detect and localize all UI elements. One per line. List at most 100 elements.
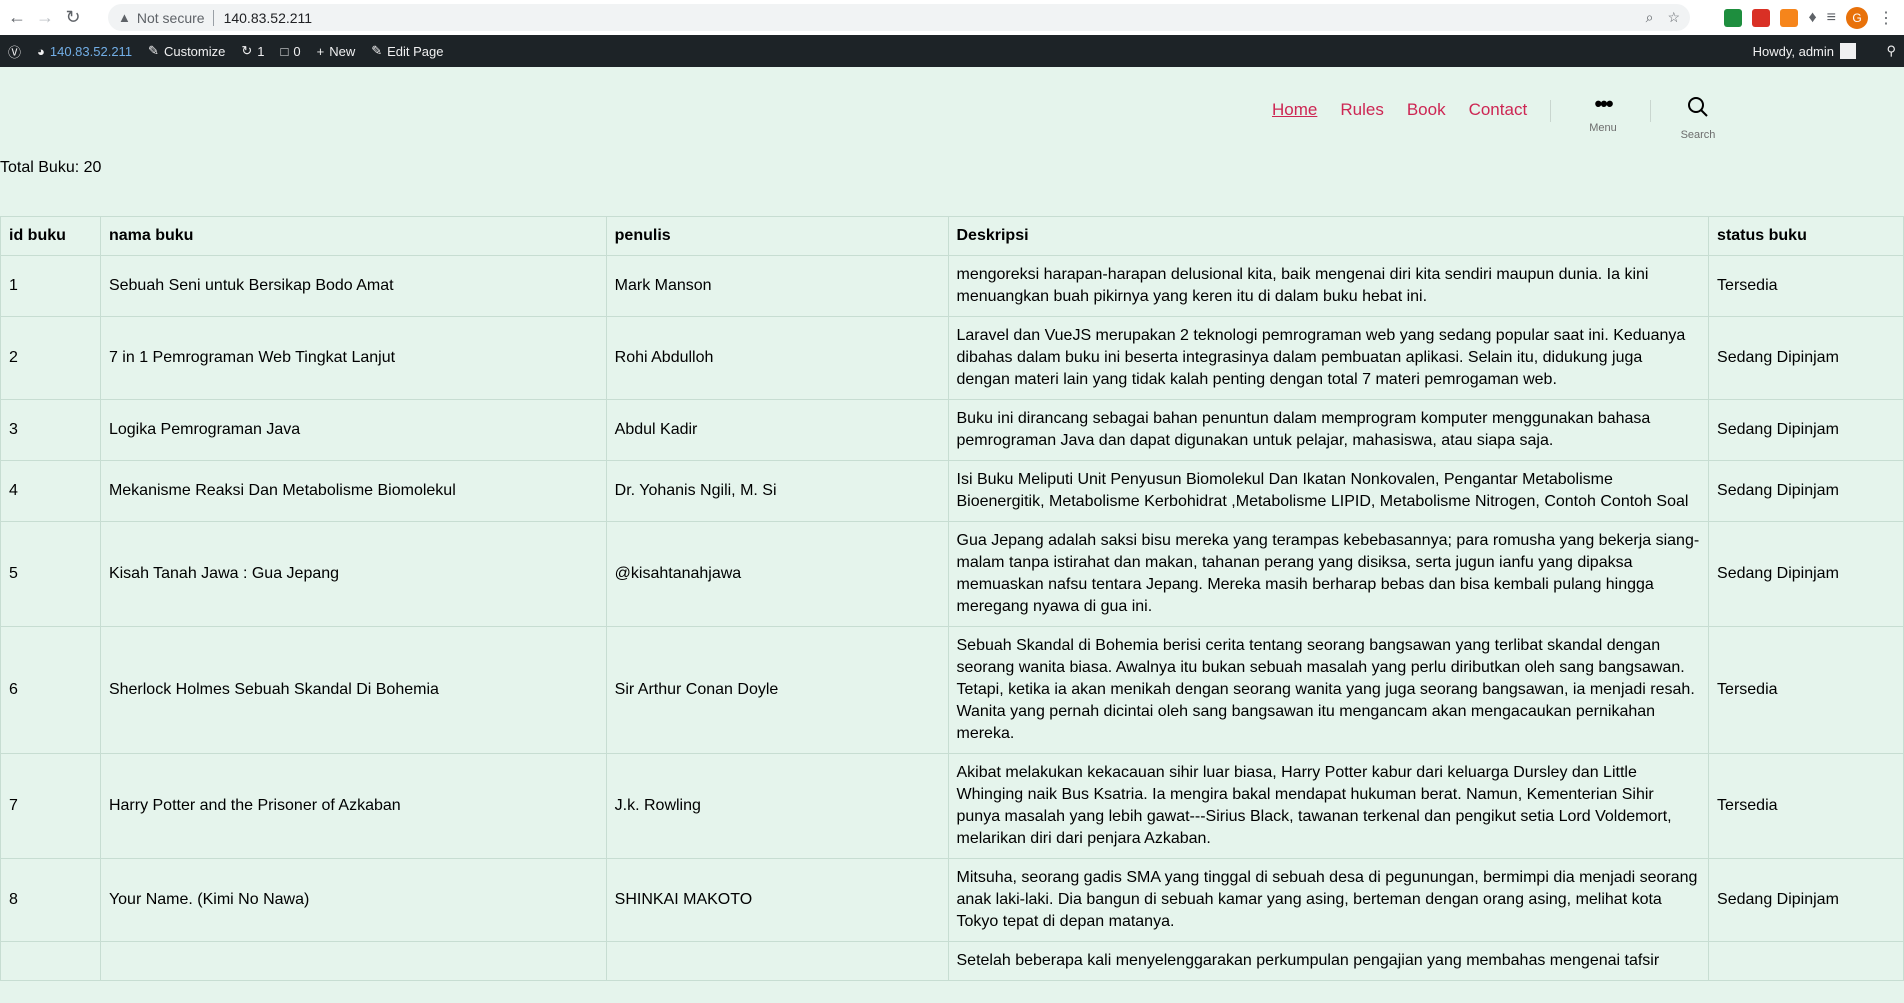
warning-icon: ▲ — [118, 10, 131, 25]
admin-bar-new-label: New — [329, 43, 356, 59]
book-author: Rohi Abdulloh — [605, 316, 949, 400]
book-status: Sedang Dipinjam — [1708, 399, 1904, 461]
comment-icon: □ — [280, 43, 289, 59]
book-title: Logika Pemrograman Java — [99, 399, 607, 461]
search-toggle-label: Search — [1680, 129, 1716, 141]
book-author: Sir Arthur Conan Doyle — [605, 626, 949, 754]
header-divider — [1650, 100, 1651, 122]
total-books-count: Total Buku: 20 — [0, 159, 102, 176]
security-label: Not secure — [136, 9, 205, 26]
extension-sg-icon[interactable] — [1724, 9, 1743, 27]
book-author: J.k. Rowling — [605, 753, 949, 859]
table-row: 5 Kisah Tanah Jawa : Gua Jepang @kisahtana… — [0, 521, 1904, 627]
extensions-puzzle-icon[interactable]: ♦ — [1808, 9, 1816, 27]
book-author: @kisahtanahjawa — [605, 521, 949, 627]
admin-bar-search-icon[interactable]: ⚲ — [1886, 43, 1896, 59]
profile-avatar[interactable]: G — [1846, 7, 1868, 29]
bookmark-star-icon[interactable]: ☆ — [1667, 9, 1680, 26]
primary-menu: Home Rules Book Contact — [1272, 100, 1527, 120]
url-text[interactable]: 140.83.52.211 — [224, 10, 313, 26]
book-id: 6 — [0, 626, 101, 754]
book-description: mengoreksi harapan-harapan delusional ki… — [947, 255, 1710, 317]
extension-red-icon[interactable] — [1752, 9, 1771, 27]
wp-admin-bar: Ⓥ ◕ 140.83.52.211 ✎ Customize ↻ 1 □ 0 + … — [0, 35, 1904, 67]
book-id: 5 — [0, 521, 101, 627]
nav-contact[interactable]: Contact — [1469, 100, 1528, 120]
reading-list-icon[interactable]: ≡ — [1827, 9, 1836, 27]
book-author — [605, 941, 949, 981]
table-row: 3 Logika Pemrograman Java Abdul Kadir Buku … — [0, 399, 1904, 461]
books-table-container: id buku nama buku penulis Deskripsi stat… — [0, 216, 1904, 981]
book-description: Akibat melakukan kekacauan sihir luar bi… — [947, 753, 1710, 859]
book-title: Mekanisme Reaksi Dan Metabolisme Biomole… — [99, 460, 607, 522]
book-description: Sebuah Skandal di Bohemia berisi cerita … — [947, 626, 1710, 754]
admin-bar-new[interactable]: + New — [309, 35, 364, 67]
column-header: nama buku — [99, 216, 607, 256]
book-title: Kisah Tanah Jawa : Gua Jepang — [99, 521, 607, 627]
address-bar[interactable]: ▲ Not secure 140.83.52.211 ⌕ ☆ — [108, 4, 1690, 31]
wordpress-logo-icon[interactable]: Ⓥ — [0, 35, 29, 67]
browser-toolbar: ← → ↻ ▲ Not secure 140.83.52.211 ⌕ ☆ ♦ ≡… — [0, 0, 1904, 35]
table-header-row: id buku nama buku penulis Deskripsi stat… — [0, 216, 1904, 256]
plus-icon: + — [316, 43, 325, 59]
table-row: 7 Harry Potter and the Prisoner of Azkaba… — [0, 753, 1904, 859]
book-description: Setelah beberapa kali menyelenggarakan p… — [947, 941, 1710, 981]
updates-icon: ↻ — [241, 43, 253, 58]
book-description: Laravel dan VueJS merupakan 2 teknologi … — [947, 316, 1710, 400]
book-id: 2 — [0, 316, 101, 400]
book-description: Isi Buku Meliputi Unit Penyusun Biomolek… — [947, 460, 1710, 522]
nav-book[interactable]: Book — [1407, 100, 1446, 120]
book-id: 1 — [0, 255, 101, 317]
table-row: Setelah beberapa kali menyelenggarakan p… — [0, 941, 1904, 981]
search-icon — [1688, 97, 1708, 117]
admin-bar-site[interactable]: ◕ 140.83.52.211 — [29, 35, 140, 67]
book-author: Mark Manson — [605, 255, 949, 317]
book-title: Harry Potter and the Prisoner of Azkaban — [99, 753, 607, 859]
nav-rules[interactable]: Rules — [1340, 100, 1383, 120]
book-title — [99, 941, 607, 981]
admin-bar-edit-page[interactable]: ✎ Edit Page — [363, 35, 451, 67]
admin-bar-account[interactable]: Howdy, admin — [1753, 35, 1856, 67]
admin-bar-site-label: 140.83.52.211 — [49, 43, 133, 59]
forward-icon[interactable]: → — [34, 7, 56, 29]
browser-menu-icon[interactable]: ⋮ — [1878, 8, 1894, 28]
admin-bar-edit-page-label: Edit Page — [387, 43, 444, 59]
menu-toggle[interactable]: ••• Menu — [1573, 93, 1633, 135]
back-icon[interactable]: ← — [6, 7, 28, 29]
admin-bar-customize-label: Customize — [163, 43, 226, 59]
admin-bar-howdy: Howdy, admin — [1752, 43, 1834, 59]
book-author: SHINKAI MAKOTO — [605, 858, 949, 942]
search-toggle[interactable]: Search — [1668, 96, 1728, 141]
nav-home[interactable]: Home — [1272, 100, 1317, 120]
book-id — [0, 941, 101, 981]
book-id: 8 — [0, 858, 101, 942]
extension-fox-icon[interactable] — [1780, 9, 1799, 27]
reload-icon[interactable]: ↻ — [62, 7, 84, 29]
admin-bar-updates-count: 1 — [257, 43, 265, 59]
book-id: 7 — [0, 753, 101, 859]
book-status: Tersedia — [1708, 753, 1904, 859]
more-dots-icon: ••• — [1594, 91, 1613, 116]
pencil-icon: ✎ — [371, 43, 383, 58]
admin-bar-comments[interactable]: □ 0 — [273, 35, 309, 67]
book-title: Your Name. (Kimi No Nawa) — [99, 858, 607, 942]
admin-bar-comments-count: 0 — [293, 43, 301, 59]
column-header: id buku — [0, 216, 101, 256]
book-description: Mitsuha, seorang gadis SMA yang tinggal … — [947, 858, 1710, 942]
zoom-icon[interactable]: ⌕ — [1646, 9, 1654, 26]
book-title: Sebuah Seni untuk Bersikap Bodo Amat — [99, 255, 607, 317]
omnibox-divider — [212, 9, 214, 26]
admin-bar-customize[interactable]: ✎ Customize — [140, 35, 233, 67]
admin-bar-updates[interactable]: ↻ 1 — [233, 35, 272, 67]
book-author: Dr. Yohanis Ngili, M. Si — [605, 460, 949, 522]
book-id: 4 — [0, 460, 101, 522]
book-status — [1708, 941, 1904, 981]
dashboard-icon: ◕ — [37, 43, 45, 59]
book-status: Sedang Dipinjam — [1708, 521, 1904, 627]
book-title: 7 in 1 Pemrograman Web Tingkat Lanjut — [99, 316, 607, 400]
table-row: 1 Sebuah Seni untuk Bersikap Bodo Amat Mar… — [0, 255, 1904, 317]
table-row: 4 Mekanisme Reaksi Dan Metabolisme Biomol… — [0, 460, 1904, 522]
table-row: 27 in 1 Pemrograman Web Tingkat Lanjut Ro… — [0, 316, 1904, 400]
column-header: Deskripsi — [947, 216, 1710, 256]
book-id: 3 — [0, 399, 101, 461]
